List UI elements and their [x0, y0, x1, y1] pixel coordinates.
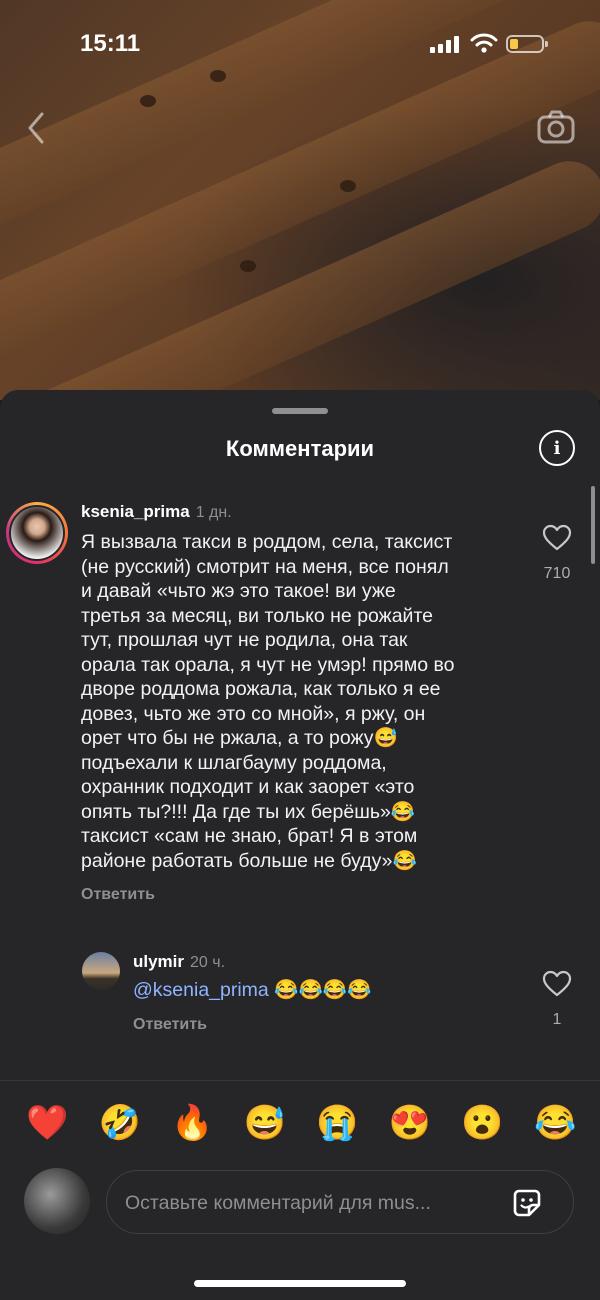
comment-input-box	[106, 1170, 574, 1235]
like-control: 1	[532, 970, 582, 1029]
comment-timestamp: 1 дн.	[195, 504, 232, 521]
comment-username[interactable]: ulymir	[133, 952, 184, 971]
emoji-joy-button[interactable]: 😂	[534, 1100, 576, 1146]
camera-icon[interactable]	[536, 108, 576, 148]
comment-composer	[0, 1160, 600, 1240]
emoji-heart-eyes-button[interactable]: 😍	[389, 1100, 431, 1146]
sheet-grabber[interactable]	[272, 408, 328, 414]
comment-input[interactable]	[123, 1171, 497, 1235]
like-control: 710	[532, 524, 582, 583]
emoji-surprised-button[interactable]: 😮	[461, 1100, 503, 1146]
like-count: 710	[543, 565, 571, 582]
comment-username[interactable]: ksenia_prima	[81, 502, 190, 521]
comments-sheet: Комментарии i ksenia_prima 1 дн. Я вызвал…	[0, 390, 600, 1300]
info-icon[interactable]: i	[539, 430, 575, 466]
status-time: 15:11	[80, 30, 141, 57]
reply-button[interactable]: Ответить	[133, 1016, 207, 1034]
mention-link[interactable]: @ksenia_prima	[133, 979, 269, 1001]
cellular-signal-icon	[430, 36, 459, 53]
comment-timestamp: 20 ч.	[190, 954, 226, 971]
quick-emoji-bar: ❤️ 🤣 🔥 😅 😭 😍 😮 😂	[0, 1100, 600, 1146]
scrollbar[interactable]	[591, 486, 595, 564]
comment-text: Я вызвала такси в роддом, села, таксист …	[81, 531, 455, 872]
heart-icon[interactable]	[542, 970, 572, 998]
back-icon[interactable]	[22, 110, 52, 146]
emoji-rofl-button[interactable]: 🤣	[99, 1100, 141, 1146]
emoji-heart-button[interactable]: ❤️	[26, 1100, 68, 1146]
sheet-title: Комментарии	[225, 436, 375, 461]
emoji-fire-button[interactable]: 🔥	[171, 1100, 213, 1146]
avatar[interactable]	[82, 952, 120, 990]
emoji-sob-button[interactable]: 😭	[316, 1100, 358, 1146]
emoji-sweat-smile-button[interactable]: 😅	[244, 1100, 286, 1146]
heart-icon[interactable]	[542, 524, 572, 552]
status-bar: 15:11	[0, 0, 600, 90]
like-count: 1	[552, 1011, 562, 1028]
battery-icon	[506, 35, 548, 53]
comment-text: @ksenia_prima 😂😂😂😂	[133, 979, 372, 1001]
avatar[interactable]	[6, 502, 68, 564]
home-indicator[interactable]	[194, 1280, 406, 1287]
sticker-icon[interactable]	[509, 1185, 545, 1221]
avatar	[24, 1168, 90, 1234]
reply-button[interactable]: Ответить	[81, 886, 155, 904]
divider	[0, 1080, 600, 1081]
wifi-icon	[470, 33, 498, 53]
